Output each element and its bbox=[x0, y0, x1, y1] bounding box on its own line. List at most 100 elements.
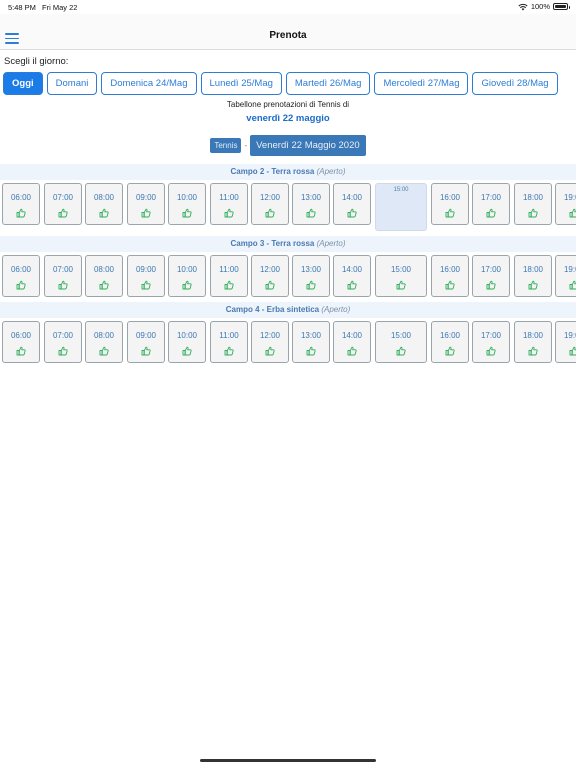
slot-available[interactable]: 09:00 bbox=[127, 255, 165, 297]
slot-time: 11:00 bbox=[219, 331, 239, 340]
slot-available[interactable]: 11:00 bbox=[210, 321, 248, 363]
court-header: Campo 2 - Terra rossa (Aperto) bbox=[0, 164, 576, 180]
slot-available[interactable]: 14:00 bbox=[333, 183, 371, 225]
slot-available[interactable]: 18:00 bbox=[514, 183, 552, 225]
court-header: Campo 4 - Erba sintetica (Aperto) bbox=[0, 302, 576, 318]
thumbs-up-icon bbox=[265, 280, 275, 290]
slot-available[interactable]: 10:00 bbox=[168, 183, 206, 225]
slot-available[interactable]: 13:00 bbox=[292, 255, 330, 297]
slot-available[interactable]: 10:00 bbox=[168, 255, 206, 297]
slot-available[interactable]: 08:00 bbox=[85, 183, 123, 225]
thumbs-up-icon bbox=[141, 208, 151, 218]
slot-available[interactable]: 06:00 bbox=[2, 255, 40, 297]
slot-time: 09:00 bbox=[135, 193, 157, 202]
slot-row: 06:00 07:00 08:00 09:00 10:00 11:00 12:00 13:00… bbox=[0, 318, 576, 368]
thumbs-up-icon bbox=[58, 346, 68, 356]
court-section: Campo 3 - Terra rossa (Aperto) 06:00 07:00… bbox=[0, 236, 576, 302]
slot-available[interactable]: 18:00 bbox=[514, 255, 552, 297]
slot-available[interactable]: 17:00 bbox=[472, 183, 510, 225]
slot-available[interactable]: 11:00 bbox=[210, 183, 248, 225]
slot-available[interactable]: 10:00 bbox=[168, 321, 206, 363]
slot-available[interactable]: 14:00 bbox=[333, 321, 371, 363]
slot-available[interactable]: 12:00 bbox=[251, 321, 289, 363]
thumbs-up-icon bbox=[306, 346, 316, 356]
thumbs-up-icon bbox=[16, 346, 26, 356]
slot-time: 19:00 bbox=[563, 331, 576, 340]
day-button[interactable]: Giovedì 28/Mag bbox=[472, 72, 558, 95]
slot-available[interactable]: 19:00 bbox=[555, 321, 576, 363]
slot-available[interactable]: 07:00 bbox=[44, 183, 82, 225]
slot-available[interactable]: 08:00 bbox=[85, 255, 123, 297]
wifi-icon bbox=[518, 3, 528, 10]
slot-available[interactable]: 08:00 bbox=[85, 321, 123, 363]
slot-available[interactable]: 17:00 bbox=[472, 255, 510, 297]
slot-time: 16:00 bbox=[439, 331, 461, 340]
slot-available[interactable]: 11:00 bbox=[210, 255, 248, 297]
slot-time: 11:00 bbox=[219, 193, 239, 202]
thumbs-up-icon bbox=[347, 208, 357, 218]
slot-time: 17:00 bbox=[480, 265, 502, 274]
thumbs-up-icon bbox=[141, 346, 151, 356]
slot-time: 13:00 bbox=[300, 193, 322, 202]
slot-available[interactable]: 13:00 bbox=[292, 183, 330, 225]
day-picker: Oggi Domani Domenica 24/Mag Lunedì 25/Mag Ma… bbox=[3, 72, 558, 95]
status-right: 100% bbox=[518, 2, 570, 11]
slot-available[interactable]: 18:00 bbox=[514, 321, 552, 363]
slot-time: 19:00 bbox=[563, 265, 576, 274]
day-button[interactable]: Domenica 24/Mag bbox=[101, 72, 197, 95]
slot-time: 16:00 bbox=[439, 193, 461, 202]
court-name: Campo 3 - Terra rossa bbox=[230, 239, 317, 248]
slot-time: 09:00 bbox=[135, 265, 157, 274]
slot-time: 07:00 bbox=[52, 265, 74, 274]
board-filter-row: Tennis - Venerdì 22 Maggio 2020 bbox=[0, 135, 576, 156]
thumbs-up-icon bbox=[224, 280, 234, 290]
thumbs-up-icon bbox=[445, 280, 455, 290]
slot-available[interactable]: 16:00 bbox=[431, 183, 469, 225]
court-status: (Aperto) bbox=[316, 167, 346, 176]
slot-available[interactable]: 12:00 bbox=[251, 183, 289, 225]
thumbs-up-icon bbox=[445, 346, 455, 356]
slot-available[interactable]: 16:00 bbox=[431, 255, 469, 297]
slot-time: 18:00 bbox=[522, 331, 544, 340]
court-status: (Aperto) bbox=[321, 305, 351, 314]
slot-available[interactable]: 12:00 bbox=[251, 255, 289, 297]
slot-available[interactable]: 15:00 bbox=[375, 321, 427, 363]
thumbs-up-icon bbox=[528, 208, 538, 218]
day-button[interactable]: Oggi bbox=[3, 72, 43, 95]
board-caption: Tabellone prenotazioni di Tennis di bbox=[226, 100, 350, 109]
slot-available[interactable]: 15:00 bbox=[375, 255, 427, 297]
court-name: Campo 4 - Erba sintetica bbox=[225, 305, 322, 314]
slot-available[interactable]: 19:00 bbox=[555, 255, 576, 297]
slot-time: 12:00 bbox=[259, 265, 281, 274]
sport-badge[interactable]: Tennis bbox=[210, 138, 242, 153]
status-time: 5:48 PM bbox=[8, 3, 36, 12]
filter-separator: - bbox=[244, 141, 248, 150]
slot-available[interactable]: 07:00 bbox=[44, 255, 82, 297]
slot-available[interactable]: 17:00 bbox=[472, 321, 510, 363]
thumbs-up-icon bbox=[486, 280, 496, 290]
slot-available[interactable]: 06:00 bbox=[2, 321, 40, 363]
slot-available[interactable]: 06:00 bbox=[2, 183, 40, 225]
slot-available[interactable]: 07:00 bbox=[44, 321, 82, 363]
status-bar: 5:48 PM Fri May 22 100% bbox=[0, 0, 576, 14]
battery-icon bbox=[553, 3, 570, 10]
slot-available[interactable]: 13:00 bbox=[292, 321, 330, 363]
day-button[interactable]: Martedì 26/Mag bbox=[285, 72, 371, 95]
date-badge[interactable]: Venerdì 22 Maggio 2020 bbox=[250, 135, 366, 156]
slot-time: 13:00 bbox=[300, 265, 322, 274]
slot-available[interactable]: 09:00 bbox=[127, 321, 165, 363]
page-title: Prenota bbox=[269, 30, 307, 41]
slot-available[interactable]: 14:00 bbox=[333, 255, 371, 297]
thumbs-up-icon bbox=[182, 346, 192, 356]
slot-available[interactable]: 16:00 bbox=[431, 321, 469, 363]
home-indicator bbox=[200, 759, 376, 762]
slot-available[interactable]: 09:00 bbox=[127, 183, 165, 225]
slot-time: 14:00 bbox=[341, 265, 363, 274]
day-button[interactable]: Domani bbox=[46, 72, 98, 95]
slot-time: 18:00 bbox=[522, 193, 544, 202]
thumbs-up-icon bbox=[347, 280, 357, 290]
day-button[interactable]: Lunedì 25/Mag bbox=[200, 72, 282, 95]
slot-time: 08:00 bbox=[93, 331, 115, 340]
day-button[interactable]: Mercoledì 27/Mag bbox=[374, 72, 469, 95]
slot-available[interactable]: 19:00 bbox=[555, 183, 576, 225]
